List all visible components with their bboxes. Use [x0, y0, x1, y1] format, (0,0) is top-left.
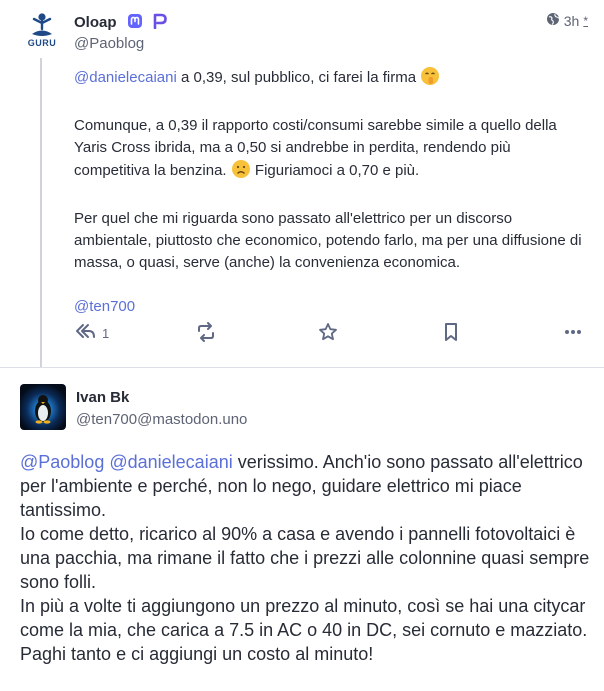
boost-button[interactable]: [196, 322, 216, 347]
avatar[interactable]: [20, 384, 66, 430]
mention-link[interactable]: @danielecaiani: [109, 452, 232, 472]
paragraph-text: Io come detto, ricarico al 90% a casa e …: [20, 524, 590, 592]
display-name-text: Oloap: [74, 13, 117, 31]
tux-penguin-icon: [35, 395, 51, 424]
paragraph-text: a 0,39, sul pubblico, ci farei la firma: [176, 69, 417, 86]
reply-all-icon: [74, 322, 96, 345]
paragraph-text: Figuriamoci a 0,70 e più.: [250, 162, 420, 179]
paragraph-3: In più a volte ti aggiungono un prezzo a…: [20, 594, 590, 666]
status-content: @Paoblog @danielecaiani verissimo. Anch'…: [20, 450, 590, 666]
mention-link[interactable]: @danielecaiani: [74, 69, 177, 86]
paragraph-2: Io come detto, ricarico al 90% a casa e …: [20, 522, 590, 594]
thread-line: [40, 58, 42, 367]
paragraph-2: Comunque, a 0,39 il rapporto costi/consu…: [74, 115, 590, 186]
avatar-label: GURU: [27, 38, 57, 48]
boost-icon: [196, 322, 216, 347]
status-meta[interactable]: 3h *: [546, 12, 588, 29]
paragraph-3: Per quel che mi riguarda sono passato al…: [74, 208, 590, 274]
paragraph-4: @ten700: [74, 296, 590, 318]
favourite-button[interactable]: [318, 322, 338, 347]
p-badge-icon: [153, 13, 167, 33]
account-handle[interactable]: @ten700@mastodon.uno: [76, 411, 247, 428]
account-handle[interactable]: @Paoblog: [74, 35, 144, 52]
paragraph-text: In più a volte ti aggiungono un prezzo a…: [20, 596, 588, 664]
meditating-figure-icon: [32, 13, 52, 36]
mastodon-icon: [127, 13, 143, 33]
mention-link[interactable]: @ten700: [74, 298, 135, 315]
shushing-face-emoji-icon: [420, 66, 440, 93]
reply-count: 1: [102, 326, 110, 341]
paragraph-text: Per quel che mi riguarda sono passato al…: [74, 210, 582, 271]
paragraph-1: @Paoblog @danielecaiani verissimo. Anch'…: [20, 450, 590, 522]
avatar[interactable]: GURU: [20, 8, 64, 52]
mention-link[interactable]: @Paoblog: [20, 452, 104, 472]
paragraph-text: verissimo. Anch'io sono passato all'elet…: [20, 452, 583, 520]
status-content: @danielecaiani a 0,39, sul pubblico, ci …: [74, 66, 590, 340]
edited-asterisk-icon: *: [583, 13, 588, 28]
display-name[interactable]: Ivan Bk: [76, 389, 129, 406]
relative-time: 3h: [563, 12, 580, 29]
display-name[interactable]: Oloap: [74, 13, 167, 33]
globe-icon: [546, 12, 560, 29]
star-icon: [318, 322, 338, 347]
bookmark-icon: [442, 322, 460, 347]
status-action-bar: 1: [72, 322, 590, 350]
reply-all-button[interactable]: 1: [74, 322, 109, 345]
more-options-button[interactable]: [564, 322, 582, 347]
frowning-face-emoji-icon: [231, 159, 251, 186]
bookmark-button[interactable]: [442, 322, 460, 347]
paragraph-1: @danielecaiani a 0,39, sul pubblico, ci …: [74, 66, 590, 93]
status-card-oloap[interactable]: GURU Oloap @Paoblog 3h * @danielecaiani …: [0, 0, 604, 368]
ellipsis-icon: [564, 322, 582, 347]
